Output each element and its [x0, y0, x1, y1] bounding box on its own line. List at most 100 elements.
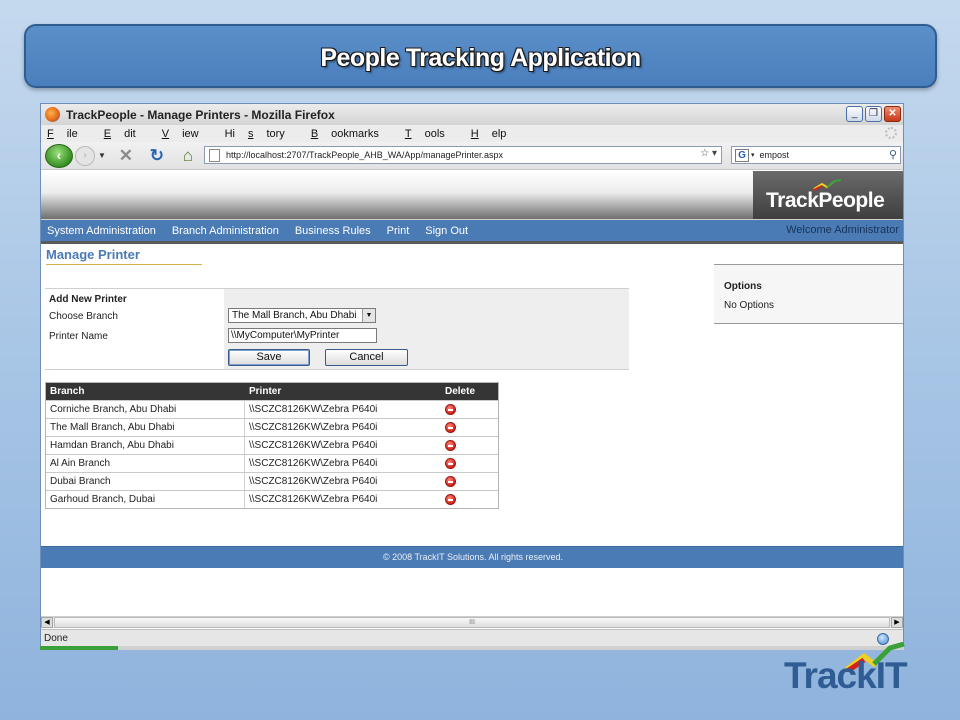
- row-printer: \\SCZC8126KW\Zebra P640i: [249, 476, 378, 487]
- row-branch: Dubai Branch: [50, 476, 111, 487]
- save-button[interactable]: Save: [228, 349, 310, 366]
- delete-icon[interactable]: [445, 422, 456, 433]
- site-logo: TrackPeople: [753, 171, 903, 219]
- page-icon: [209, 148, 220, 162]
- cancel-button[interactable]: Cancel: [325, 349, 408, 366]
- search-icon[interactable]: ⚲: [889, 148, 897, 161]
- search-engine-dropdown-icon[interactable]: ▾: [751, 151, 755, 159]
- scroll-right-icon[interactable]: ▶: [891, 617, 903, 628]
- slide-title-banner: People Tracking Application: [24, 24, 937, 88]
- options-text: No Options: [724, 300, 775, 311]
- table-row: Hamdan Branch, Abu Dhabi \\SCZC8126KW\Ze…: [46, 436, 498, 454]
- nav-system-administration[interactable]: System Administration: [47, 225, 156, 237]
- chevron-down-icon[interactable]: ▼: [362, 309, 375, 322]
- delete-icon[interactable]: [445, 494, 456, 505]
- nav-branch-administration[interactable]: Branch Administration: [172, 225, 279, 237]
- row-branch: Corniche Branch, Abu Dhabi: [50, 404, 177, 415]
- row-printer: \\SCZC8126KW\Zebra P640i: [249, 404, 378, 415]
- printers-table: Branch Printer Delete Corniche Branch, A…: [45, 382, 499, 509]
- row-printer: \\SCZC8126KW\Zebra P640i: [249, 494, 378, 505]
- menu-view[interactable]: View: [162, 128, 212, 140]
- row-printer: \\SCZC8126KW\Zebra P640i: [249, 422, 378, 433]
- branch-select[interactable]: The Mall Branch, Abu Dhabi ▼: [228, 308, 376, 323]
- header-branch: Branch: [50, 386, 85, 397]
- add-printer-form: Add New Printer Choose Branch Printer Na…: [45, 288, 629, 370]
- window-controls: _ ❐ ✕: [846, 106, 901, 122]
- scroll-left-icon[interactable]: ◀: [41, 617, 53, 628]
- delete-icon[interactable]: [445, 476, 456, 487]
- nav-print[interactable]: Print: [387, 225, 410, 237]
- firefox-icon: [45, 107, 60, 122]
- search-bar[interactable]: G ▾ empost ⚲: [731, 146, 901, 164]
- row-printer: \\SCZC8126KW\Zebra P640i: [249, 440, 378, 451]
- scrollbar-thumb[interactable]: III: [54, 617, 890, 628]
- header-delete: Delete: [445, 386, 476, 397]
- delete-icon[interactable]: [445, 404, 456, 415]
- row-branch: Garhoud Branch, Dubai: [50, 494, 156, 505]
- page-title: Manage Printer: [46, 247, 140, 262]
- site-nav: System Administration Branch Administrat…: [41, 219, 903, 241]
- form-label-column: Add New Printer Choose Branch Printer Na…: [45, 289, 224, 369]
- printer-name-input[interactable]: \\MyComputer\MyPrinter: [228, 328, 377, 343]
- row-branch: The Mall Branch, Abu Dhabi: [50, 422, 175, 433]
- url-text: http://localhost:2707/TrackPeople_AHB_WA…: [226, 150, 503, 160]
- logo-text: TrackPeople: [766, 189, 885, 212]
- url-bar[interactable]: http://localhost:2707/TrackPeople_AHB_WA…: [204, 146, 722, 164]
- browser-menubar: File Edit View Hi s tory Bookmarks Tools H…: [41, 125, 903, 142]
- menu-file[interactable]: File: [47, 128, 91, 140]
- web-page: TrackPeople System Administration Branch…: [41, 171, 903, 621]
- home-icon[interactable]: ⌂: [177, 146, 199, 166]
- menu-history[interactable]: Hi s tory: [225, 128, 298, 140]
- row-branch: Al Ain Branch: [50, 458, 111, 469]
- welcome-text: Welcome Administrator: [786, 224, 899, 236]
- minimize-button[interactable]: _: [846, 106, 863, 122]
- bookmark-star-icon[interactable]: ☆ ▾: [700, 148, 717, 159]
- header-printer: Printer: [249, 386, 282, 397]
- stop-icon[interactable]: ✕: [115, 146, 137, 166]
- throbber-icon: [885, 127, 897, 139]
- branch-label: Choose Branch: [49, 311, 118, 322]
- menu-bookmarks[interactable]: Bookmarks: [311, 128, 392, 140]
- status-text: Done: [44, 633, 68, 644]
- google-icon[interactable]: G: [735, 148, 749, 162]
- menu-help[interactable]: Help: [471, 128, 520, 140]
- history-dropdown-icon[interactable]: ▼: [98, 151, 106, 160]
- browser-titlebar: TrackPeople - Manage Printers - Mozilla …: [41, 104, 903, 125]
- options-panel: Options No Options: [714, 264, 903, 324]
- branch-select-value: The Mall Branch, Abu Dhabi: [232, 310, 357, 321]
- search-input[interactable]: empost: [760, 150, 790, 160]
- table-row: Corniche Branch, Abu Dhabi \\SCZC8126KW\…: [46, 400, 498, 418]
- menu-edit[interactable]: Edit: [104, 128, 149, 140]
- taskbar-start: [40, 646, 118, 650]
- row-printer: \\SCZC8126KW\Zebra P640i: [249, 458, 378, 469]
- reload-icon[interactable]: ↻: [146, 146, 168, 166]
- nav-sign-out[interactable]: Sign Out: [425, 225, 468, 237]
- table-row: Garhoud Branch, Dubai \\SCZC8126KW\Zebra…: [46, 490, 498, 508]
- taskbar: [40, 646, 904, 650]
- nav-shadow: [41, 241, 903, 244]
- menu-tools[interactable]: Tools: [405, 128, 458, 140]
- browser-window: TrackPeople - Manage Printers - Mozilla …: [40, 103, 904, 648]
- form-heading: Add New Printer: [49, 294, 127, 305]
- status-bar: Done: [41, 629, 903, 647]
- table-row: Dubai Branch \\SCZC8126KW\Zebra P640i: [46, 472, 498, 490]
- close-button[interactable]: ✕: [884, 106, 901, 122]
- site-header: TrackPeople: [41, 171, 903, 219]
- site-footer: © 2008 TrackIT Solutions. All rights res…: [41, 546, 903, 568]
- browser-title: TrackPeople - Manage Printers - Mozilla …: [66, 107, 335, 122]
- page-title-underline: [46, 264, 202, 265]
- back-arrow-icon[interactable]: ‹: [45, 143, 73, 168]
- forward-arrow-icon[interactable]: ›: [75, 145, 95, 166]
- table-header: Branch Printer Delete: [46, 383, 498, 400]
- printer-name-label: Printer Name: [49, 331, 108, 342]
- nav-business-rules[interactable]: Business Rules: [295, 225, 371, 237]
- horizontal-scrollbar[interactable]: ◀ III ▶: [41, 616, 903, 628]
- menu-file-rest: ile: [66, 127, 78, 140]
- options-title: Options: [724, 281, 762, 292]
- row-branch: Hamdan Branch, Abu Dhabi: [50, 440, 174, 451]
- table-row: Al Ain Branch \\SCZC8126KW\Zebra P640i: [46, 454, 498, 472]
- delete-icon[interactable]: [445, 440, 456, 451]
- maximize-button[interactable]: ❐: [865, 106, 882, 122]
- delete-icon[interactable]: [445, 458, 456, 469]
- table-row: The Mall Branch, Abu Dhabi \\SCZC8126KW\…: [46, 418, 498, 436]
